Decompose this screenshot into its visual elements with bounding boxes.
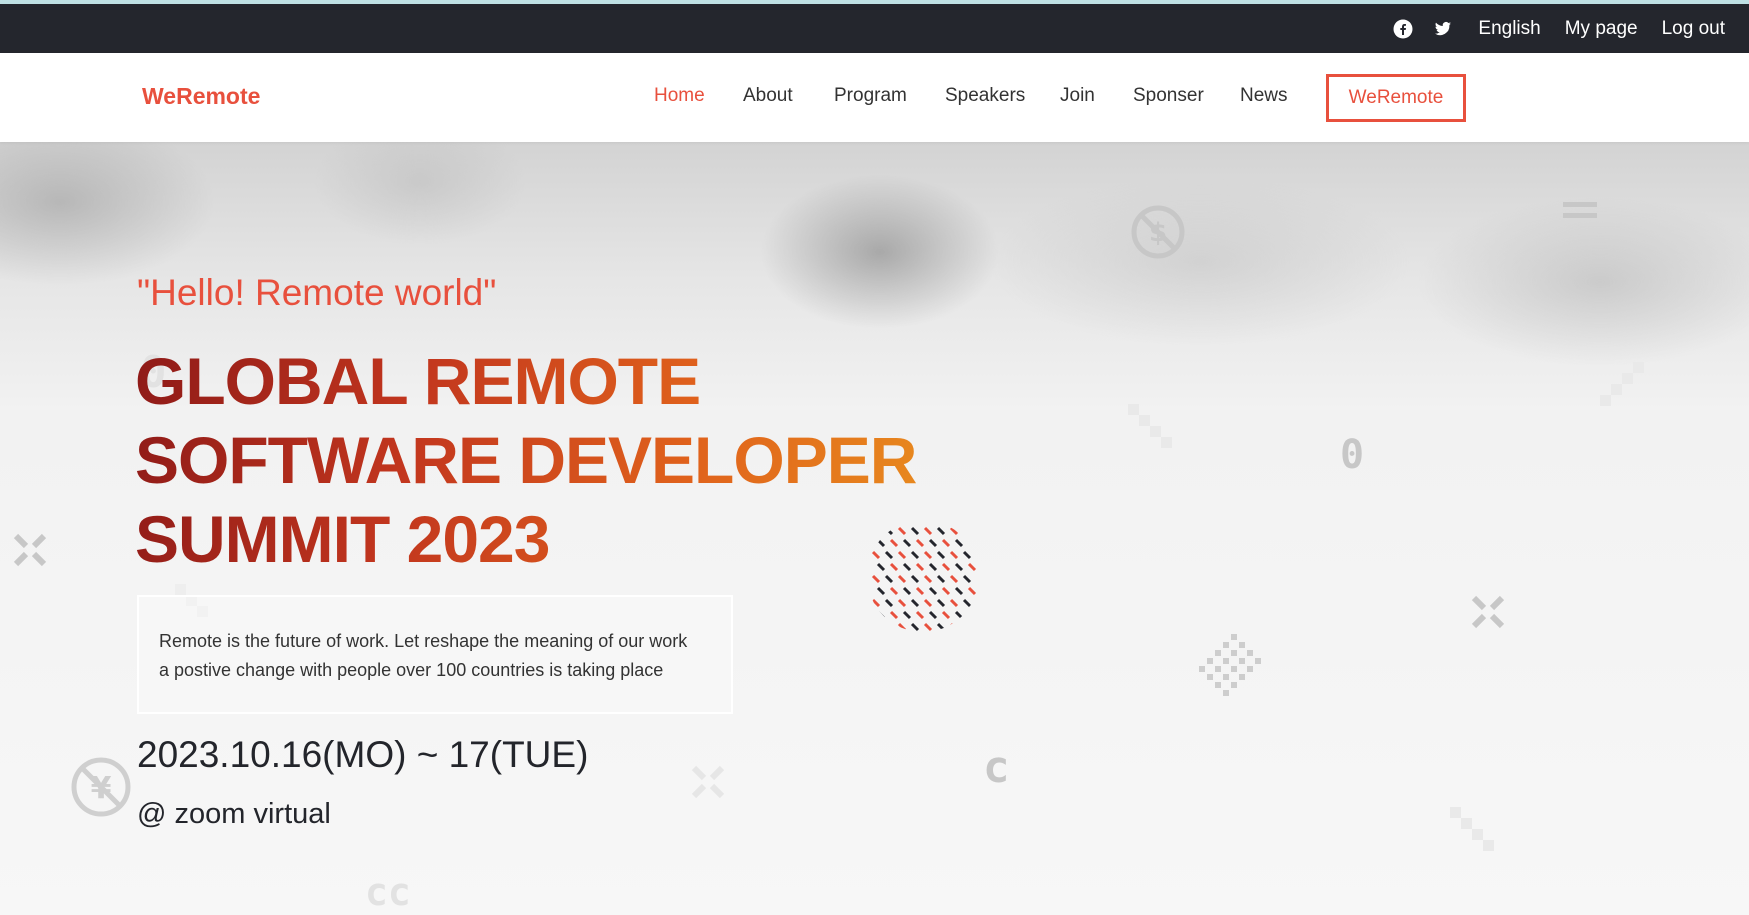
twitter-icon[interactable] [1432, 18, 1454, 40]
c-glyph: c [983, 742, 1010, 793]
hero-title: GLOBAL REMOTE SOFTWARE DEVELOPER SUMMIT … [135, 342, 916, 579]
top-utility-bar: English My page Log out [0, 4, 1749, 53]
nav-about[interactable]: About [743, 85, 793, 107]
hero-title-line: SOFTWARE DEVELOPER [135, 423, 917, 497]
nav-program[interactable]: Program [834, 85, 907, 107]
hero-description-line: a postive change with people over 100 co… [159, 660, 664, 680]
no-yen-icon: ¥ [71, 757, 131, 817]
hero-title-line: SUMMIT 2023 [135, 502, 550, 576]
pixel-step-decoration [1128, 404, 1172, 448]
logout-link[interactable]: Log out [1662, 18, 1725, 40]
zero-glyph: 0 [1340, 432, 1365, 478]
hero-tagline: "Hello! Remote world" [137, 272, 497, 313]
hero-section: $ 0 c 0 cc ¥ "Hello! Remote world" GLOBA… [0, 142, 1749, 915]
diamond-grid-pattern [1199, 634, 1261, 696]
pixel-step-decoration [1600, 362, 1644, 406]
hero-description-line: Remote is the future of work. Let reshap… [159, 631, 688, 651]
pixel-step-decoration [1450, 807, 1494, 851]
svg-text:$: $ [1149, 218, 1167, 248]
facebook-icon[interactable] [1392, 18, 1414, 40]
event-venue: @ zoom virtual [137, 798, 331, 830]
hero-title-line: GLOBAL REMOTE [135, 344, 701, 418]
event-date: 2023.10.16(MO) ~ 17(TUE) [137, 734, 589, 775]
nav-menu: Home About Program Speakers Join Sponser… [0, 53, 1749, 142]
svg-text:¥: ¥ [91, 771, 112, 806]
language-link[interactable]: English [1478, 18, 1540, 40]
nav-join[interactable]: Join [1060, 85, 1095, 107]
nav-speakers[interactable]: Speakers [945, 85, 1025, 107]
close-x-icon [1471, 595, 1505, 629]
weremote-cta-button[interactable]: WeRemote [1326, 74, 1466, 122]
nav-sponser[interactable]: Sponser [1133, 85, 1204, 107]
nav-home[interactable]: Home [654, 85, 705, 107]
my-page-link[interactable]: My page [1565, 18, 1638, 40]
no-dollar-icon: $ [1131, 205, 1185, 259]
close-x-icon [13, 533, 47, 567]
nav-news[interactable]: News [1240, 85, 1288, 107]
close-x-icon [691, 765, 725, 799]
hero-description-box: Remote is the future of work. Let reshap… [137, 595, 733, 714]
c-glyph: cc [365, 870, 411, 914]
main-navbar: WeRemote Home About Program Speakers Joi… [0, 53, 1749, 142]
equals-icon [1563, 202, 1597, 220]
